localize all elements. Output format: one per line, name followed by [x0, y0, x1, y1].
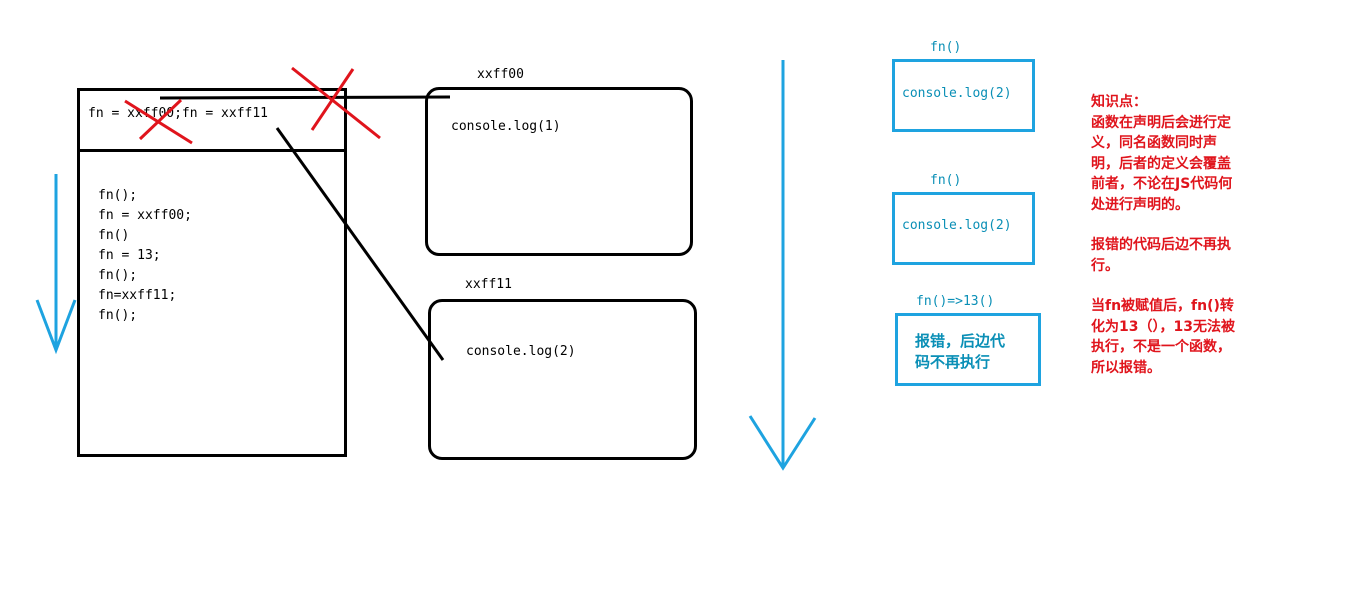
red-cross-large [291, 66, 381, 140]
pointer-line-heap-2 [275, 127, 445, 361]
down-arrow-middle [748, 60, 817, 471]
pointer-line-heap-1 [159, 95, 451, 100]
down-arrow-left [35, 174, 77, 355]
red-cross-small [124, 98, 193, 145]
diagram-overlay [35, 60, 817, 471]
